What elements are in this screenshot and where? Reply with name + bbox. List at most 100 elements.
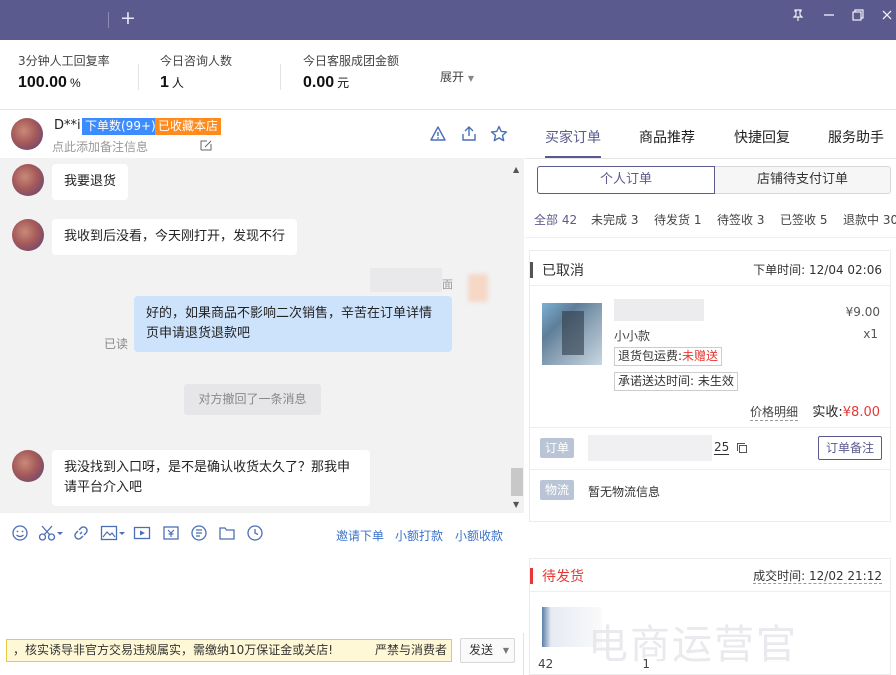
blurred-order-number (588, 435, 712, 461)
share-icon[interactable] (460, 125, 478, 143)
buyer-avatar[interactable] (12, 219, 44, 251)
video-icon[interactable] (133, 524, 151, 542)
order-number-tail: 25 (714, 440, 730, 455)
status-marker (530, 262, 533, 278)
scissors-icon[interactable] (38, 524, 64, 542)
input-toolbar: 邀请下单 小额打款 小额收款 (0, 513, 524, 553)
small-payment-link[interactable]: 小额打款 (395, 527, 443, 544)
stat-value: 100.00% (18, 74, 81, 91)
filter-signed[interactable]: 已签收 5 (780, 211, 827, 228)
tab-buyer-orders[interactable]: 买家订单 (545, 127, 601, 147)
message-bubble-incoming: 我收到后没看，今天刚打开，发现不行 (52, 219, 298, 255)
segment-personal-orders[interactable]: 个人订单 (537, 166, 715, 194)
edit-icon[interactable] (200, 139, 212, 151)
product-card-icon[interactable] (190, 524, 208, 542)
coupon-icon[interactable] (162, 524, 180, 542)
link-icon[interactable] (72, 524, 90, 542)
stat-value: 0.00 元 (303, 74, 350, 91)
filter-to-ship[interactable]: 待发货 1 (654, 211, 701, 228)
stat-consult-count: 今日咨询人数 1人 (160, 52, 232, 92)
stat-label: 今日咨询人数 (160, 54, 233, 68)
warning-icon[interactable] (429, 125, 447, 143)
card-divider (530, 427, 890, 428)
title-bar: + (0, 0, 896, 40)
filter-all[interactable]: 全部 42 (534, 211, 577, 228)
deal-time: 成交时间: 12/02 21:12 (753, 569, 882, 584)
clock-icon[interactable] (246, 524, 264, 542)
star-icon[interactable] (490, 125, 508, 143)
stat-deal-amount: 今日客服成团金额 0.00 元 (303, 52, 399, 92)
delivery-promise-tag: 承诺送达时间: 未生效 (614, 372, 738, 391)
order-memo-button[interactable]: 订单备注 (818, 436, 882, 460)
expand-button[interactable]: 展开 ▼ (440, 68, 474, 85)
add-note-link[interactable]: 点此添加备注信息 (52, 138, 148, 155)
buyer-name[interactable]: D**i (54, 118, 81, 133)
tab-quick-reply[interactable]: 快捷回复 (734, 127, 790, 147)
blurred-agent-name (370, 268, 442, 292)
message-bubble-incoming: 我要退货 (52, 164, 129, 200)
filter-refunding[interactable]: 退款中 30 (843, 211, 896, 228)
blurred-product-title (614, 299, 704, 321)
pin-icon[interactable] (788, 8, 808, 28)
small-collect-link[interactable]: 小额收款 (455, 527, 503, 544)
product-image[interactable] (542, 303, 602, 365)
scroll-up-icon[interactable]: ▲ (513, 165, 519, 174)
title-divider (108, 12, 109, 28)
close-icon[interactable] (877, 8, 896, 28)
price-detail-link[interactable]: 价格明细 (750, 403, 799, 421)
chat-pane: D**i 下单数(99+) 已收藏本店 点此添加备注信息 我要退货 我收到后没看… (0, 110, 524, 675)
new-tab-button[interactable]: + (120, 7, 136, 29)
segment-shop-unpaid-orders[interactable]: 店铺待支付订单 (715, 166, 891, 194)
buyer-avatar[interactable] (12, 164, 44, 196)
chevron-down-icon: ▼ (467, 74, 474, 83)
tabs-divider (525, 158, 896, 159)
emoji-icon[interactable] (11, 524, 29, 542)
return-shipping-tag: 退货包运费:未赠送 (614, 347, 723, 366)
read-status: 已读 (104, 337, 129, 351)
card-divider (530, 285, 890, 286)
chevron-down-icon[interactable]: ▼ (503, 639, 509, 662)
tab-service-assistant[interactable]: 服务助手 (828, 127, 884, 147)
system-message: 对方撤回了一条消息 (184, 384, 321, 415)
agent-avatar (468, 274, 488, 302)
send-button[interactable]: 发送 ▼ (460, 638, 515, 663)
message-input[interactable] (0, 553, 524, 633)
stat-value: 1人 (160, 74, 184, 91)
warning-text-tail: 严禁与消费者 (374, 643, 447, 657)
favorited-badge: 已收藏本店 (155, 118, 222, 135)
buyer-avatar[interactable] (12, 450, 44, 482)
order-status: 已取消 (542, 263, 584, 279)
maximize-icon[interactable] (848, 8, 868, 28)
filter-divider (525, 237, 896, 238)
product-quantity: x1 (863, 327, 878, 341)
paid-amount: 实收:¥8.00 (812, 405, 880, 420)
scrollbar-thumb[interactable] (511, 468, 523, 496)
message-bubble-outgoing: 好的，如果商品不影响二次销售，辛苦在订单详情页申请退货退款吧 (134, 296, 452, 352)
stat-label: 3分钟人工回复率 (18, 54, 110, 68)
tab-product-recommend[interactable]: 商品推荐 (639, 127, 695, 147)
stat-divider (138, 64, 139, 90)
watermark: 电商运营官 (588, 622, 798, 668)
card-divider (530, 591, 890, 592)
card-divider (530, 469, 890, 470)
stat-label: 今日客服成团金额 (303, 54, 400, 68)
product-sku: 小小款 (614, 329, 651, 343)
order-panel: 买家订单 商品推荐 快捷回复 服务助手 个人订单 店铺待支付订单 全部 42 未… (525, 110, 896, 675)
invite-order-link[interactable]: 邀请下单 (336, 527, 384, 544)
filter-unfinished[interactable]: 未完成 3 (591, 211, 638, 228)
filter-to-sign[interactable]: 待签收 3 (717, 211, 764, 228)
scrollbar-track[interactable] (510, 158, 524, 513)
status-marker (530, 568, 533, 584)
message-list[interactable]: 我要退货 我收到后没看，今天刚打开，发现不行 面 好的，如果商品不影响二次销售，… (0, 158, 524, 513)
warning-text: ，核实诱导非官方交易违规属实，需缴纳10万保证金或关店! (13, 643, 334, 657)
copy-icon[interactable] (736, 442, 748, 454)
order-card: 已取消 下单时间: 12/04 02:06 ¥9.00 小小款 x1 退货包运费… (529, 250, 891, 522)
compliance-warning: ，核实诱导非官方交易违规属实，需缴纳10万保证金或关店! 严禁与消费者 (6, 639, 452, 662)
product-price: ¥9.00 (845, 305, 880, 319)
folder-icon[interactable] (218, 524, 236, 542)
image-icon[interactable] (100, 524, 126, 542)
chat-header: D**i 下单数(99+) 已收藏本店 点此添加备注信息 (0, 110, 524, 158)
buyer-avatar[interactable] (11, 118, 43, 150)
minimize-icon[interactable] (819, 8, 839, 28)
scroll-down-icon[interactable]: ▼ (513, 500, 519, 509)
